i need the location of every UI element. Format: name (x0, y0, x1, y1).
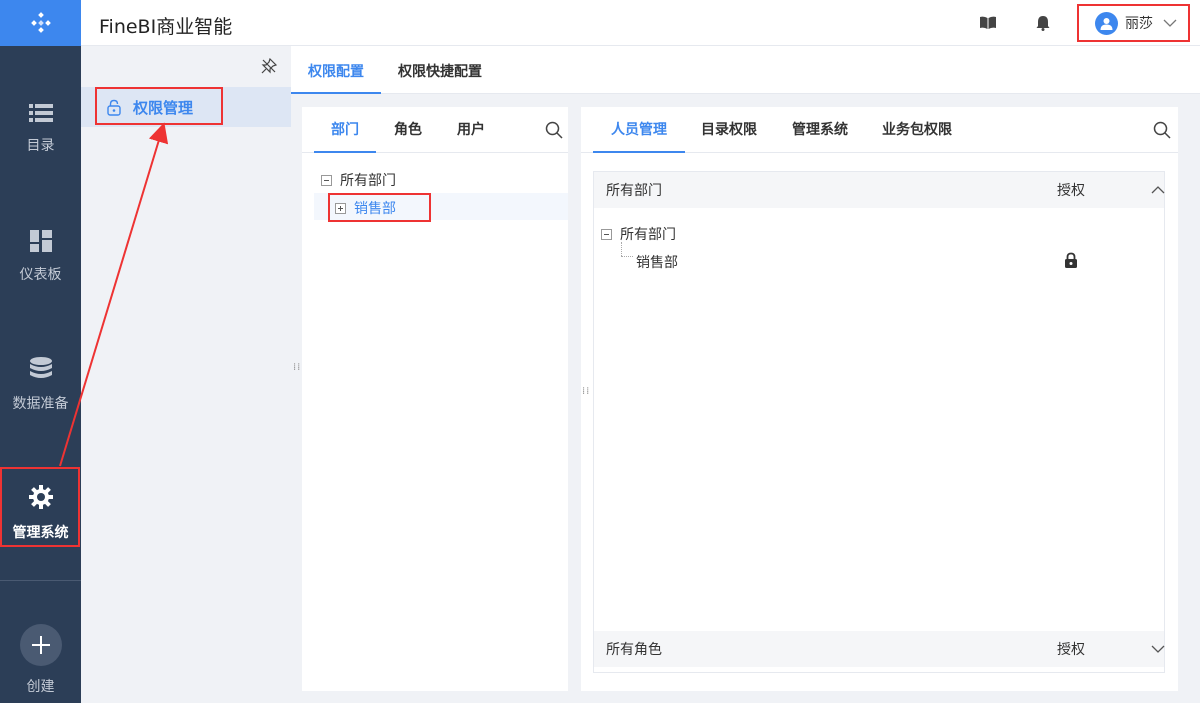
chevron-up-icon[interactable] (1151, 186, 1165, 194)
tab-catalog-permission[interactable]: 目录权限 (685, 107, 773, 153)
plus-icon (31, 636, 50, 654)
top-tabs: 权限配置 权限快捷配置 (291, 46, 1200, 94)
auth-card: 人员管理 目录权限 管理系统 业务包权限 所有部门 授权 所有部门 销售部 所有… (581, 107, 1178, 691)
nav-divider (0, 580, 81, 581)
nav-item-catalog[interactable]: 目录 (0, 84, 81, 174)
section-title: 所有部门 (606, 183, 662, 199)
auth-column-label: 授权 (1057, 183, 1085, 199)
tree-node-label: 销售部 (354, 201, 396, 217)
nav-item-data-prep[interactable]: 数据准备 (0, 340, 81, 430)
gear-icon (28, 485, 53, 509)
nav-item-dashboard[interactable]: 仪表板 (0, 212, 81, 302)
nav-label: 创建 (26, 679, 55, 695)
tab-admin-system[interactable]: 管理系统 (777, 107, 863, 153)
help-book-icon[interactable] (979, 14, 997, 32)
sidebar-item-permission-management[interactable]: 权限管理 (81, 87, 291, 127)
section-departments-header[interactable]: 所有部门 授权 (594, 172, 1165, 208)
tab-underline (593, 151, 685, 153)
tree-node-all-departments[interactable]: 所有部门 (321, 170, 396, 190)
nav-label: 目录 (26, 138, 55, 154)
sidebar-item-label: 权限管理 (133, 98, 194, 117)
tree-node-sales[interactable]: 销售部 (335, 198, 396, 218)
chevron-down-icon (1163, 19, 1177, 27)
tree-node-label: 销售部 (636, 255, 678, 271)
user-name: 丽莎 (1125, 16, 1153, 32)
collapse-icon[interactable] (321, 174, 332, 186)
avatar (1095, 11, 1118, 35)
lock-icon (107, 99, 121, 116)
logo-icon (30, 12, 51, 33)
main-content: 权限配置 权限快捷配置 部门 角色 用户 所有部门 销售部 人员管理 目录权限 … (291, 46, 1200, 703)
tree-connector (621, 256, 633, 257)
tab-role[interactable]: 角色 (377, 107, 439, 153)
user-menu[interactable]: 丽莎 (1077, 4, 1190, 42)
tab-package-permission[interactable]: 业务包权限 (867, 107, 967, 153)
section-title: 所有角色 (606, 642, 662, 658)
lock-icon[interactable] (1064, 252, 1078, 273)
tree-node-sales[interactable]: 销售部 (636, 252, 678, 272)
search-icon[interactable] (1153, 121, 1171, 143)
auth-column-label: 授权 (1057, 642, 1085, 658)
auth-table: 所有部门 授权 所有部门 销售部 所有角色 授权 (593, 171, 1165, 673)
tree-node-label: 所有部门 (340, 173, 396, 189)
top-header: FineBI商业智能 丽莎 (81, 0, 1200, 46)
resize-handle[interactable]: ⁞⁞ (582, 387, 590, 397)
chevron-down-icon[interactable] (1151, 645, 1165, 653)
unpin-icon[interactable] (261, 57, 278, 78)
tab-quick-config[interactable]: 权限快捷配置 (398, 46, 482, 94)
tab-department[interactable]: 部门 (314, 107, 376, 153)
tab-underline (314, 151, 376, 153)
nav-label: 数据准备 (12, 396, 69, 412)
admin-subpanel: 权限管理 (81, 46, 291, 703)
app-logo[interactable] (0, 0, 81, 46)
user-icon (1100, 17, 1113, 30)
nav-label: 管理系统 (12, 525, 69, 541)
bell-icon[interactable] (1034, 14, 1052, 32)
collapse-icon[interactable] (601, 228, 612, 240)
main-nav: 目录 仪表板 数据准备 管理系统 创建 (0, 0, 81, 703)
search-icon[interactable] (545, 121, 563, 143)
org-tree-card: 部门 角色 用户 所有部门 销售部 (302, 107, 568, 691)
nav-label: 仪表板 (19, 267, 62, 283)
tree-node-all-departments[interactable]: 所有部门 (601, 224, 676, 244)
database-icon (29, 357, 52, 378)
nav-item-admin[interactable]: 管理系统 (0, 468, 81, 558)
tree-connector (621, 242, 622, 256)
tab-permission-config[interactable]: 权限配置 (291, 46, 381, 94)
resize-handle[interactable]: ⁞⁞ (293, 363, 301, 373)
expand-icon[interactable] (335, 202, 346, 214)
tab-user[interactable]: 用户 (440, 107, 502, 153)
app-title: FineBI商业智能 (99, 16, 233, 38)
tree-node-label: 所有部门 (620, 227, 676, 243)
dashboard-icon (29, 230, 52, 252)
nav-create[interactable]: 创建 (0, 620, 81, 700)
section-roles-header[interactable]: 所有角色 授权 (594, 631, 1165, 667)
create-button[interactable] (19, 624, 62, 666)
list-icon (28, 104, 53, 122)
tab-personnel[interactable]: 人员管理 (593, 107, 685, 153)
